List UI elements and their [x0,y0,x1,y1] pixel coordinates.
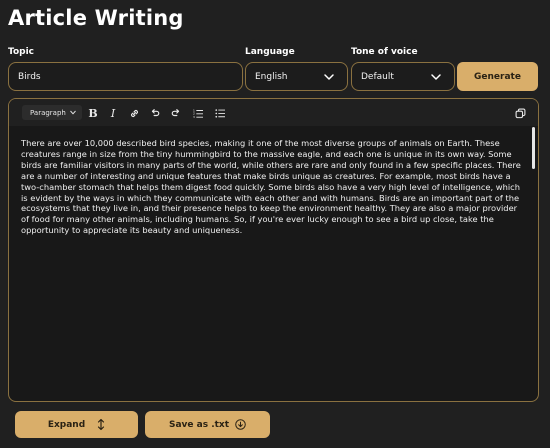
undo-icon[interactable] [148,106,162,120]
expand-button[interactable]: Expand [15,411,138,438]
tone-select-value: Default [361,71,394,82]
language-select[interactable]: English [245,62,348,91]
bold-icon[interactable]: B [86,106,100,120]
italic-icon[interactable]: I [107,106,119,120]
chevron-down-icon [431,74,441,80]
ordered-list-icon[interactable]: 1 2 3 [191,106,205,120]
topic-label: Topic [8,47,34,57]
expand-button-label: Expand [47,419,86,430]
chevron-down-icon [70,110,76,115]
page-title: Article Writing [8,6,184,30]
editor-content[interactable]: There are over 10,000 described bird spe… [21,138,521,236]
link-icon[interactable] [127,106,141,120]
language-select-value: English [255,71,288,82]
text-editor[interactable]: Paragraph B I 1 2 3 There are over 10,00… [8,98,539,402]
tone-select[interactable]: Default [351,62,455,91]
topic-input-value: Birds [18,71,41,82]
generate-button-label: Generate [474,71,521,82]
save-as-txt-button-label: Save as .txt [168,419,230,430]
copy-icon[interactable] [513,106,527,120]
bullet-list-icon[interactable] [213,106,227,120]
editor-toolbar: Paragraph B I 1 2 3 [9,99,538,126]
language-label: Language [245,47,295,57]
save-as-txt-button[interactable]: Save as .txt [145,411,270,438]
expand-vertical-icon [98,418,105,431]
generate-button[interactable]: Generate [457,62,538,91]
paragraph-format-value: Paragraph [30,108,66,117]
redo-icon[interactable] [169,106,183,120]
topic-input[interactable]: Birds [8,62,243,91]
download-icon [235,419,246,430]
tone-label: Tone of voice [351,47,418,57]
editor-scrollbar[interactable] [532,127,535,169]
paragraph-format-select[interactable]: Paragraph [22,105,82,120]
svg-text:3: 3 [193,115,195,118]
chevron-down-icon [324,74,334,80]
